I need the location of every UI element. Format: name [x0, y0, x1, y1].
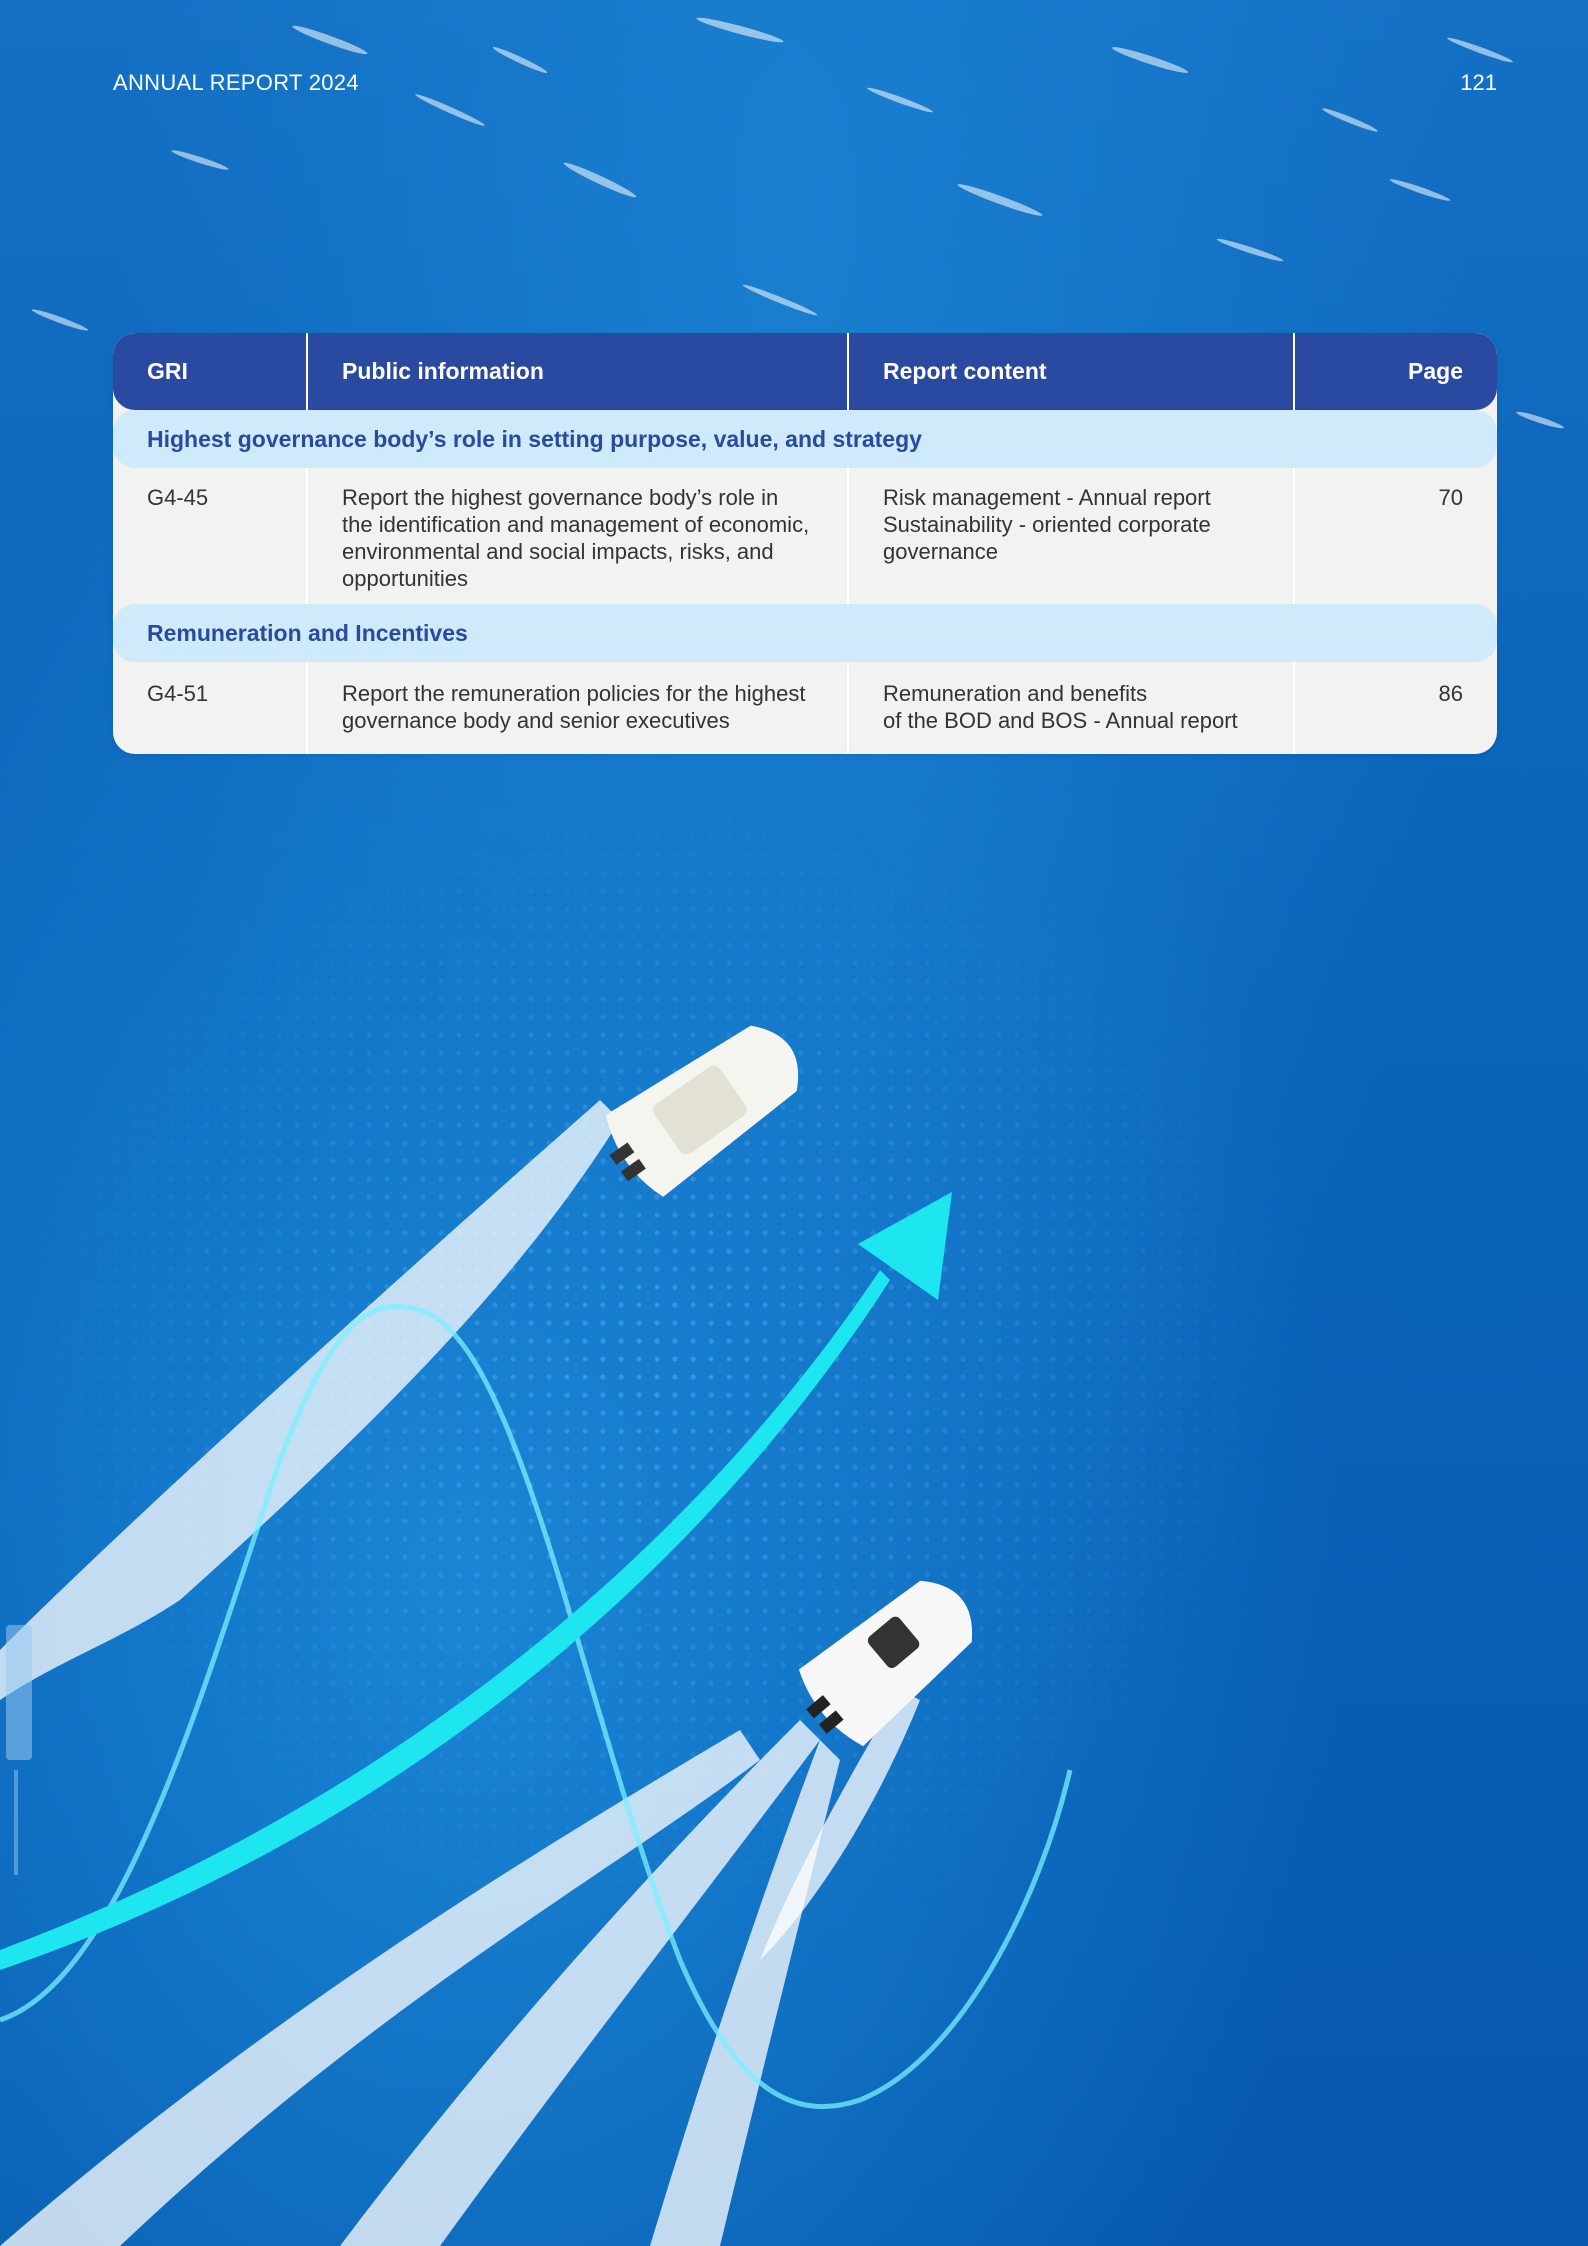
report-title: ANNUAL REPORT 2024 [113, 70, 359, 95]
page-cell: 86 [1293, 662, 1497, 754]
report-content-cell: Risk management - Annual report Sustaina… [847, 468, 1293, 604]
report-content-line: Remuneration and benefits [883, 681, 1148, 706]
report-content-line: of the BOD and BOS - Annual report [883, 708, 1238, 733]
page-cell: 70 [1293, 468, 1497, 604]
public-information-cell: Report the highest governance body’s rol… [306, 468, 847, 604]
gri-code: G4-45 [147, 485, 209, 510]
gri-table: GRI Public information Report content Pa… [113, 333, 1497, 754]
section-header: Highest governance body’s role in settin… [113, 410, 1497, 468]
column-header-report-content: Report content [847, 333, 1293, 410]
page-number: 121 [1460, 70, 1497, 95]
column-header-public-information: Public information [306, 333, 847, 410]
report-content-line: Risk management - Annual report [883, 485, 1211, 510]
report-content-line: Sustainability - oriented corporate gove… [883, 512, 1211, 564]
section-header: Remuneration and Incentives [113, 604, 1497, 662]
table-row: G4-45 Report the highest governance body… [113, 468, 1497, 604]
table-row: G4-51 Report the remuneration policies f… [113, 662, 1497, 754]
report-content-cell: Remuneration and benefits of the BOD and… [847, 662, 1293, 754]
table-header: GRI Public information Report content Pa… [113, 333, 1497, 410]
column-header-gri: GRI [147, 358, 188, 384]
column-header-page: Page [1293, 333, 1497, 410]
public-information-cell: Report the remuneration policies for the… [306, 662, 847, 754]
gri-code: G4-51 [147, 681, 209, 706]
